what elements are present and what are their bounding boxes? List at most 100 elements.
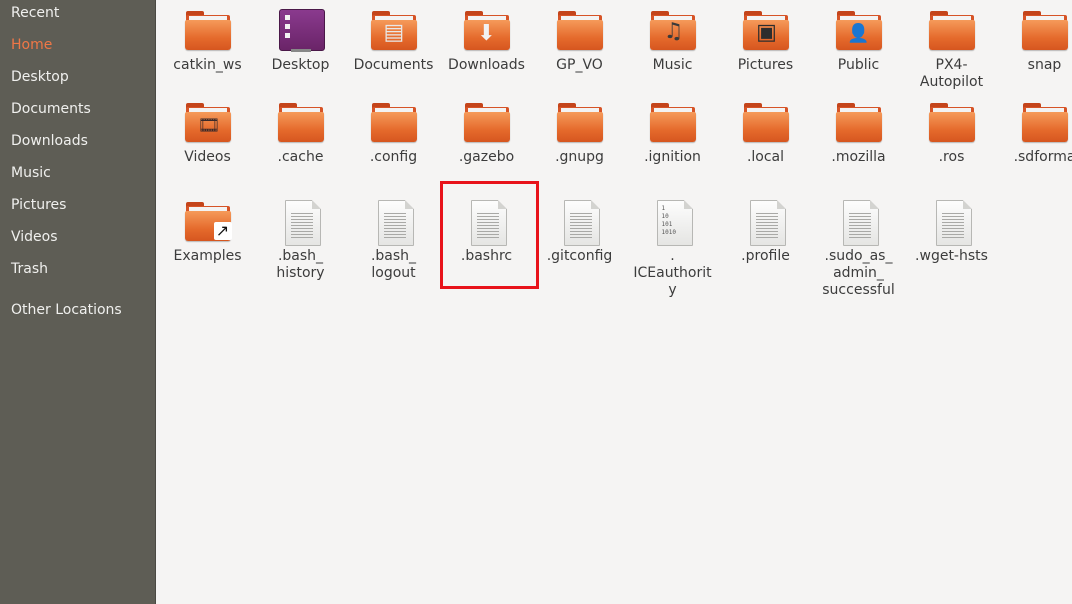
text-file-icon bbox=[835, 198, 883, 246]
download-arrow-icon: ⬇ bbox=[477, 21, 496, 46]
file-item-label: .gazebo bbox=[458, 149, 515, 165]
document-emblem-icon: ▤ bbox=[383, 20, 405, 45]
file-item-dot-ros[interactable]: .ros bbox=[905, 99, 998, 166]
file-item-dot-gitconfig[interactable]: .gitconfig bbox=[533, 198, 626, 265]
sidebar-item-pictures[interactable]: Pictures bbox=[11, 196, 66, 214]
file-item-documents[interactable]: ▤ Documents bbox=[347, 7, 440, 74]
file-item-dot-sudo-as-admin-successful[interactable]: .sudo_as_ admin_ successful bbox=[812, 198, 905, 299]
folder-icon bbox=[835, 99, 883, 147]
file-item-label: snap bbox=[1027, 57, 1062, 73]
music-folder-icon: ♫ bbox=[649, 7, 697, 55]
file-item-dot-bash-logout[interactable]: .bash_ logout bbox=[347, 198, 440, 282]
file-item-videos[interactable]: 🎞 Videos bbox=[161, 99, 254, 166]
sidebar-item-recent[interactable]: Recent bbox=[11, 4, 59, 22]
picture-frame-icon: ▣ bbox=[756, 20, 777, 45]
folder-icon bbox=[928, 7, 976, 55]
file-item-label: Desktop bbox=[271, 57, 330, 73]
file-item-dot-sdforma[interactable]: .sdforma bbox=[998, 99, 1072, 166]
file-item-label: .profile bbox=[741, 248, 790, 264]
symlink-arrow-icon: ↗ bbox=[213, 222, 232, 240]
binary-file-icon: 1 10 101 1010 bbox=[649, 198, 697, 246]
file-item-dot-config[interactable]: .config bbox=[347, 99, 440, 166]
file-item-label: .mozilla bbox=[831, 149, 886, 165]
file-item-label: .bash_ history bbox=[276, 248, 325, 281]
public-folder-icon: 👤 bbox=[835, 7, 883, 55]
file-item-downloads[interactable]: ⬇ Downloads bbox=[440, 7, 533, 74]
folder-icon bbox=[928, 99, 976, 147]
file-item-dot-bash-history[interactable]: .bash_ history bbox=[254, 198, 347, 282]
folder-icon bbox=[277, 99, 325, 147]
sidebar-item-other-locations[interactable]: Other Locations bbox=[11, 301, 122, 319]
file-item-label: Examples bbox=[173, 248, 242, 264]
text-file-icon bbox=[928, 198, 976, 246]
file-item-label: Music bbox=[652, 57, 693, 73]
file-item-dot-ignition[interactable]: .ignition bbox=[626, 99, 719, 166]
folder-icon bbox=[742, 99, 790, 147]
link-folder-icon: ↗ bbox=[184, 198, 232, 246]
file-item-label: .ignition bbox=[644, 149, 701, 165]
documents-folder-icon: ▤ bbox=[370, 7, 418, 55]
folder-icon bbox=[1021, 99, 1069, 147]
file-item-dot-iceauthority[interactable]: 1 10 101 1010 . ICEauthorit y bbox=[626, 198, 719, 299]
file-item-label: PX4- Autopilot bbox=[919, 57, 984, 90]
file-item-dot-cache[interactable]: .cache bbox=[254, 99, 347, 166]
file-item-label: Videos bbox=[184, 149, 231, 165]
file-item-label: .cache bbox=[277, 149, 324, 165]
file-item-desktop[interactable]: Desktop bbox=[254, 7, 347, 74]
file-item-gp-vo[interactable]: GP_VO bbox=[533, 7, 626, 74]
file-item-label: Public bbox=[837, 57, 880, 73]
file-item-examples[interactable]: ↗ Examples bbox=[161, 198, 254, 265]
file-item-px4-autopilot[interactable]: PX4- Autopilot bbox=[905, 7, 998, 91]
file-item-label: .ros bbox=[938, 149, 965, 165]
text-file-icon bbox=[370, 198, 418, 246]
folder-icon bbox=[556, 7, 604, 55]
binary-icon-text: 1 10 101 1010 bbox=[661, 205, 676, 236]
file-item-catkin-ws[interactable]: catkin_ws bbox=[161, 7, 254, 74]
file-item-label: Downloads bbox=[448, 57, 525, 73]
desktop-folder-icon bbox=[277, 7, 325, 55]
file-item-dot-wget-hsts[interactable]: .wget-hsts bbox=[905, 198, 998, 265]
text-file-icon bbox=[277, 198, 325, 246]
file-item-dot-mozilla[interactable]: .mozilla bbox=[812, 99, 905, 166]
downloads-folder-icon: ⬇ bbox=[463, 7, 511, 55]
file-item-label: .gitconfig bbox=[546, 248, 613, 264]
videos-folder-icon: 🎞 bbox=[184, 99, 232, 147]
pictures-folder-icon: ▣ bbox=[742, 7, 790, 55]
person-icon: 👤 bbox=[847, 23, 870, 44]
file-item-label: .gnupg bbox=[555, 149, 604, 165]
sidebar-item-downloads[interactable]: Downloads bbox=[11, 132, 88, 150]
file-item-label: catkin_ws bbox=[173, 57, 242, 73]
file-item-dot-profile[interactable]: .profile bbox=[719, 198, 812, 265]
file-item-public[interactable]: 👤 Public bbox=[812, 7, 905, 74]
file-item-label: .sdforma bbox=[1013, 149, 1072, 165]
file-item-dot-local[interactable]: .local bbox=[719, 99, 812, 166]
file-item-dot-gazebo[interactable]: .gazebo bbox=[440, 99, 533, 166]
sidebar-item-home[interactable]: Home bbox=[11, 36, 52, 54]
file-item-label: GP_VO bbox=[556, 57, 603, 73]
sidebar: Recent Home Desktop Documents Downloads Music… bbox=[0, 0, 156, 604]
file-item-label: .config bbox=[369, 149, 418, 165]
sidebar-item-trash[interactable]: Trash bbox=[11, 260, 48, 278]
sidebar-item-videos[interactable]: Videos bbox=[11, 228, 58, 246]
file-item-label: Pictures bbox=[737, 57, 794, 73]
folder-icon bbox=[370, 99, 418, 147]
file-item-dot-gnupg[interactable]: .gnupg bbox=[533, 99, 626, 166]
file-item-label: .wget-hsts bbox=[915, 248, 988, 264]
file-item-label: .sudo_as_ admin_ successful bbox=[822, 248, 895, 298]
text-file-icon bbox=[742, 198, 790, 246]
file-item-label: .bash_ logout bbox=[370, 248, 417, 281]
file-item-music[interactable]: ♫ Music bbox=[626, 7, 719, 74]
folder-icon bbox=[184, 7, 232, 55]
sidebar-item-desktop[interactable]: Desktop bbox=[11, 68, 69, 86]
file-item-label: Documents bbox=[353, 57, 434, 73]
text-file-icon bbox=[556, 198, 604, 246]
sidebar-item-music[interactable]: Music bbox=[11, 164, 51, 182]
folder-icon bbox=[1021, 7, 1069, 55]
file-item-snap[interactable]: snap bbox=[998, 7, 1072, 74]
music-note-icon: ♫ bbox=[663, 19, 684, 44]
sidebar-item-documents[interactable]: Documents bbox=[11, 100, 91, 118]
film-strip-icon: 🎞 bbox=[197, 115, 221, 136]
file-item-pictures[interactable]: ▣ Pictures bbox=[719, 7, 812, 74]
folder-icon bbox=[463, 99, 511, 147]
folder-icon bbox=[556, 99, 604, 147]
